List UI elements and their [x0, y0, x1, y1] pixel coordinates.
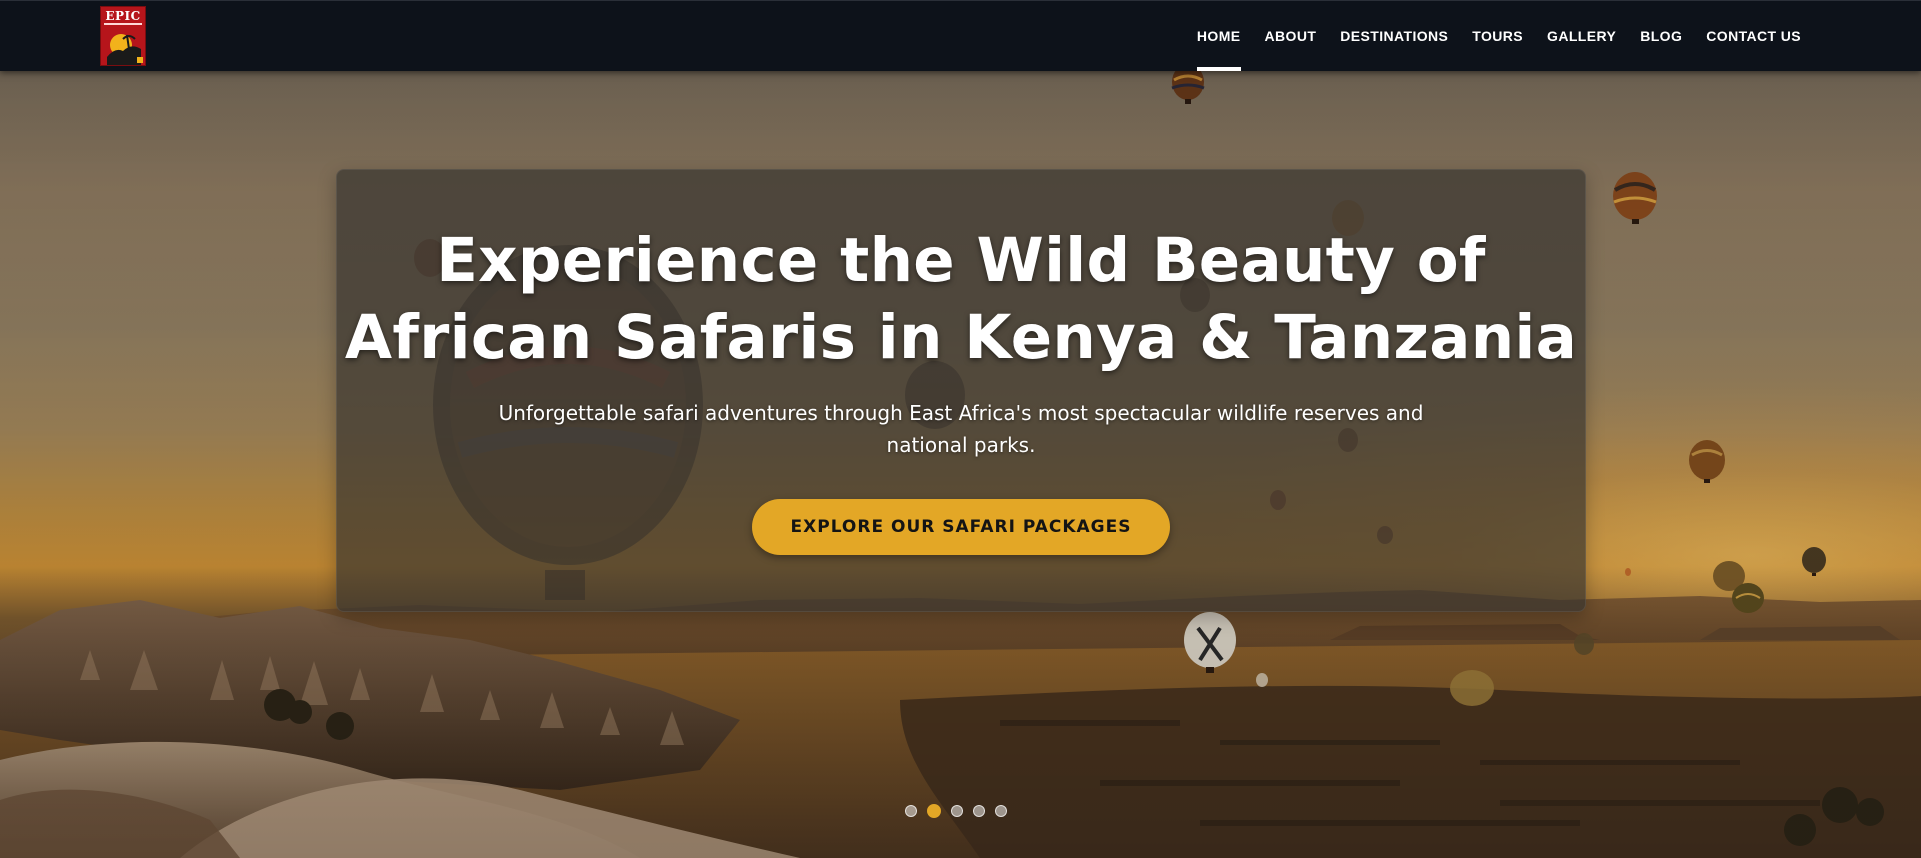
slider-dots [905, 804, 1007, 818]
main-navigation: HOME ABOUT DESTINATIONS TOURS GALLERY BL… [1185, 1, 1813, 71]
nav-about[interactable]: ABOUT [1253, 1, 1329, 71]
page: EPIC HOME ABOUT DESTINATIONS TOURS GALLE… [0, 0, 1921, 858]
slider-dot-4[interactable] [973, 805, 985, 817]
hero-subtitle-line-2: national parks. [886, 433, 1036, 457]
nav-destinations[interactable]: DESTINATIONS [1328, 1, 1460, 71]
hero-subtitle-line-1: Unforgettable safari adventures through … [498, 401, 1424, 425]
hero-subtitle: Unforgettable safari adventures through … [487, 397, 1435, 461]
hero-title-line-2: African Safaris in Kenya & Tanzania [344, 302, 1578, 373]
hero-title-line-1: Experience the Wild Beauty of [436, 225, 1486, 296]
nav-contact-us[interactable]: CONTACT US [1694, 1, 1813, 71]
nav-blog[interactable]: BLOG [1628, 1, 1694, 71]
logo-divider [104, 23, 142, 25]
slider-dot-3[interactable] [951, 805, 963, 817]
slider-dot-5[interactable] [995, 805, 1007, 817]
nav-tours[interactable]: TOURS [1460, 1, 1535, 71]
nav-home[interactable]: HOME [1185, 1, 1253, 71]
hero-title: Experience the Wild Beauty of African Sa… [337, 222, 1585, 376]
safari-logo-icon [107, 34, 143, 65]
nav-gallery[interactable]: GALLERY [1535, 1, 1628, 71]
logo-text: EPIC [105, 9, 141, 23]
slider-dot-1[interactable] [905, 805, 917, 817]
brand-logo[interactable]: EPIC [100, 6, 146, 66]
top-navbar: EPIC HOME ABOUT DESTINATIONS TOURS GALLE… [0, 0, 1921, 71]
explore-packages-button[interactable]: EXPLORE OUR SAFARI PACKAGES [752, 499, 1170, 555]
hero-card: Experience the Wild Beauty of African Sa… [336, 169, 1586, 612]
slider-dot-2[interactable] [927, 804, 941, 818]
